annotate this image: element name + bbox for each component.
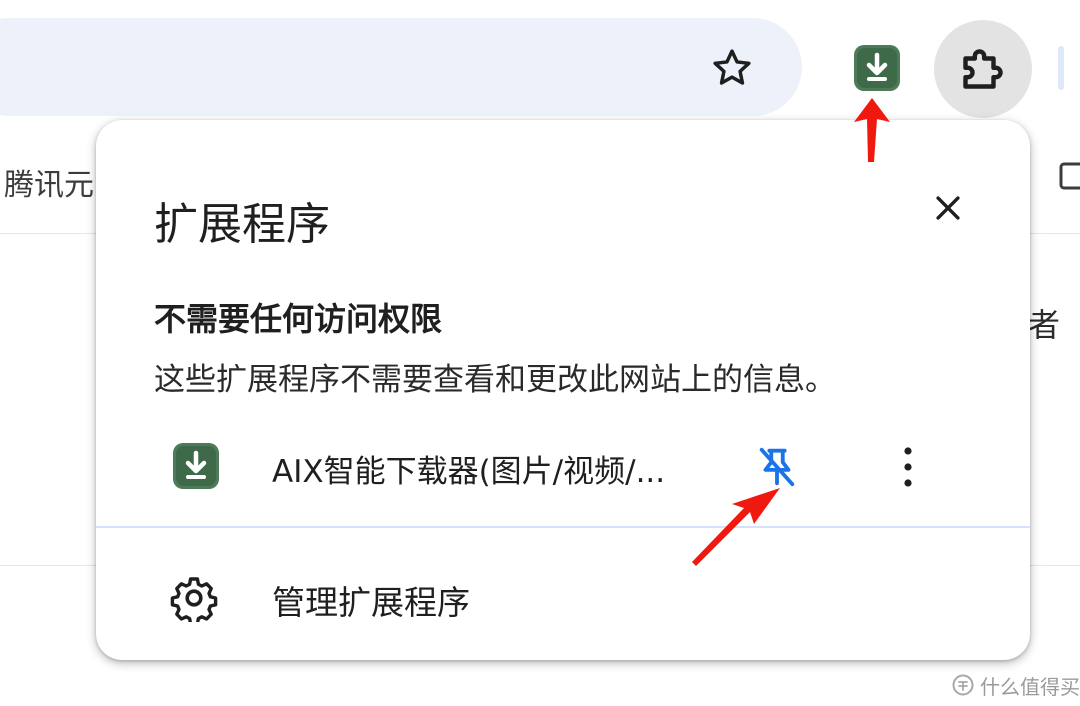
watermark: 什么值得买: [952, 672, 1080, 699]
folder-icon[interactable]: [1058, 158, 1080, 194]
annotation-arrow-up-icon: [854, 98, 890, 162]
pinned-extension-button[interactable]: [852, 44, 902, 92]
watermark-logo-icon: [952, 674, 974, 696]
bookmark-star-button[interactable]: [702, 38, 762, 98]
section-heading: 不需要任何访问权限: [154, 300, 443, 338]
popup-title: 扩展程序: [154, 199, 330, 250]
extensions-menu-button[interactable]: [934, 20, 1032, 118]
watermark-text: 什么值得买: [980, 674, 1080, 699]
popup-divider: [96, 526, 1030, 528]
download-icon: [854, 45, 900, 91]
manage-extensions-label: 管理扩展程序: [272, 583, 470, 622]
extensions-popup: 扩展程序 不需要任何访问权限 这些扩展程序不需要查看和更改此网站上的信息。 AI…: [96, 120, 1030, 660]
section-description: 这些扩展程序不需要查看和更改此网站上的信息。: [154, 362, 836, 398]
puzzle-piece-icon: [963, 49, 1003, 89]
more-options-button[interactable]: [884, 438, 932, 496]
toolbar-separator: [1058, 46, 1064, 90]
close-icon: [936, 196, 960, 220]
manage-extensions-item[interactable]: 管理扩展程序: [96, 560, 1030, 634]
gear-icon: [170, 577, 218, 622]
page-text-fragment: 者: [1028, 306, 1061, 344]
star-outline-icon: [713, 49, 751, 85]
address-bar[interactable]: [0, 18, 802, 116]
extension-row[interactable]: AIX智能下载器(图片/视频/...: [96, 432, 1030, 518]
extension-name: AIX智能下载器(图片/视频/...: [272, 454, 666, 490]
download-icon: [173, 443, 219, 489]
annotation-arrow-diagonal-icon: [692, 488, 780, 566]
close-button[interactable]: [922, 182, 974, 234]
bookmark-item[interactable]: 腾讯元: [4, 160, 94, 204]
more-vertical-icon: [904, 447, 912, 487]
